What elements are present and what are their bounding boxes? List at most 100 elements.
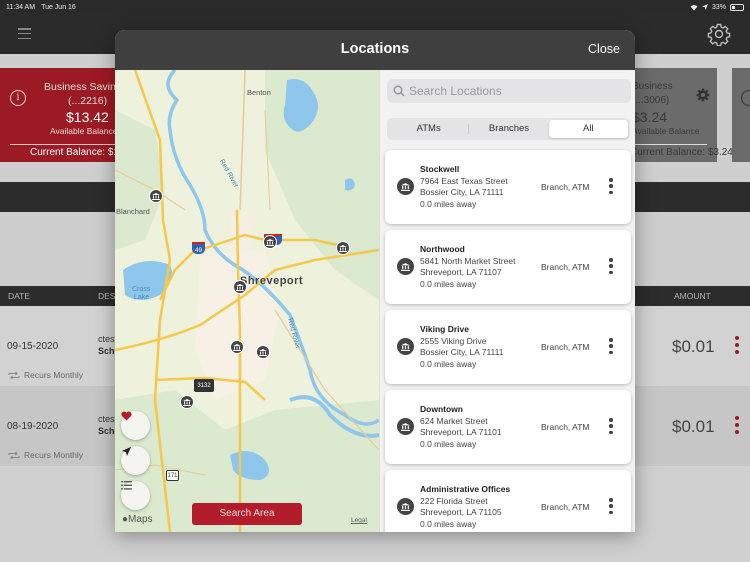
location-distance: 0.0 miles away	[420, 359, 477, 369]
info-icon[interactable]	[741, 90, 750, 106]
bank-icon	[266, 238, 274, 246]
recurrence-label: Recurs Monthly	[24, 450, 84, 460]
bank-icon	[397, 338, 414, 355]
map-pin-bank[interactable]	[230, 340, 244, 354]
location-card[interactable]: Downtown 624 Market Street Shreveport, L…	[385, 390, 631, 464]
modal-title: Locations	[340, 41, 410, 57]
location-arrow-icon	[121, 446, 132, 457]
locations-list[interactable]: Stockwell 7964 East Texas Street Bossier…	[380, 148, 635, 532]
recurrence: Recurs Monthly	[8, 370, 83, 380]
location-card[interactable]: Viking Drive 2555 Viking Drive Bossier C…	[385, 310, 631, 384]
bank-icon	[397, 178, 414, 195]
location-card[interactable]: Administrative Offices 222 Florida Stree…	[385, 470, 631, 532]
location-city: Shreveport, LA 71107	[420, 267, 502, 277]
map-label-shreveport: Shreveport	[240, 275, 304, 287]
info-icon[interactable]: i	[10, 90, 26, 106]
map-pin-bank[interactable]	[336, 241, 350, 255]
map-view[interactable]: Benton Blanchard Shreveport Cross Lake R…	[115, 70, 379, 532]
gear-icon[interactable]	[707, 22, 731, 46]
more-options-icon[interactable]	[733, 416, 741, 434]
map-pin-bank[interactable]	[233, 280, 247, 294]
filter-branches[interactable]: Branches	[469, 120, 548, 138]
transaction-amount: $0.01	[672, 417, 715, 436]
search-icon	[393, 85, 405, 97]
map-pin-bank[interactable]	[180, 395, 194, 409]
bank-icon	[233, 343, 241, 351]
modal-header: Locations Close	[115, 30, 635, 70]
map-label-benton: Benton	[247, 88, 271, 97]
bank-icon	[259, 348, 267, 356]
account-number: (...3006)	[632, 95, 670, 106]
list-icon	[121, 481, 132, 490]
status-date: Tue Jun 16	[41, 3, 76, 11]
apple-maps-logo: ●Maps	[122, 514, 153, 525]
map-label-cross-lake: Cross	[132, 286, 151, 293]
map-pin-bank[interactable]	[149, 189, 163, 203]
location-city: Bossier City, LA 71111	[420, 347, 504, 357]
location-address: 222 Florida Street	[420, 496, 488, 506]
map-pin-bank[interactable]	[256, 345, 270, 359]
filter-atms[interactable]: ATMs	[389, 120, 468, 138]
transaction-amount: $0.01	[672, 337, 715, 356]
more-options-icon[interactable]	[608, 418, 614, 434]
location-distance: 0.0 miles away	[420, 279, 477, 289]
more-options-icon[interactable]	[608, 178, 614, 194]
locations-modal: Locations Close Benton Blanchard Shrevep…	[115, 30, 635, 532]
map-label-cross-lake: Lake	[134, 294, 150, 301]
state-route-shield-icon: 3132	[194, 379, 214, 392]
column-amount[interactable]: AMOUNT	[674, 291, 711, 301]
location-type: Branch, ATM	[541, 422, 590, 432]
close-button[interactable]: Close	[588, 42, 620, 56]
card-divider	[630, 144, 707, 145]
location-filter: ATMs Branches All	[387, 118, 630, 140]
search-input[interactable]	[409, 84, 619, 98]
gear-icon[interactable]	[696, 88, 710, 102]
favorites-button[interactable]	[121, 411, 150, 440]
filter-all[interactable]: All	[548, 120, 628, 138]
more-options-icon[interactable]	[608, 338, 614, 354]
location-address: 5841 North Market Street	[420, 256, 516, 266]
locate-me-button[interactable]	[121, 446, 150, 475]
bank-icon	[397, 418, 414, 435]
transaction-date: 09-15-2020	[7, 341, 59, 352]
account-card[interactable]: Business (...3006) $3.24 Available Balan…	[630, 68, 733, 162]
map-label-blanchard: Blanchard	[116, 207, 150, 216]
bank-icon	[339, 244, 347, 252]
location-distance: 0.0 miles away	[420, 519, 477, 529]
location-card[interactable]: Stockwell 7964 East Texas Street Bossier…	[385, 150, 631, 224]
location-type: Branch, ATM	[541, 182, 590, 192]
status-time: 11:34 AM	[6, 3, 36, 11]
column-date[interactable]: DATE	[8, 291, 30, 301]
current-balance: Current Balance: $3.24	[630, 147, 733, 158]
bank-icon	[397, 258, 414, 275]
more-options-icon[interactable]	[733, 336, 741, 354]
recurrence: Recurs Monthly	[8, 450, 83, 460]
location-city: Bossier City, LA 71111	[420, 187, 504, 197]
location-type: Branch, ATM	[541, 502, 590, 512]
location-name: Downtown	[420, 404, 463, 414]
location-type: Branch, ATM	[541, 262, 590, 272]
location-address: 7964 East Texas Street	[420, 176, 508, 186]
list-view-button[interactable]	[121, 481, 150, 510]
hamburger-menu-icon[interactable]	[18, 28, 31, 39]
available-balance: $13.42	[66, 109, 109, 125]
wifi-icon	[690, 4, 698, 10]
location-card[interactable]: Northwood 5841 North Market Street Shrev…	[385, 230, 631, 304]
more-options-icon[interactable]	[608, 498, 614, 514]
locations-panel: ATMs Branches All Stockwell 7964 East Te…	[379, 70, 635, 532]
account-card[interactable]: i Business Savings (...2216) $13.42 Avai…	[0, 68, 138, 162]
location-address: 2555 Viking Drive	[420, 336, 487, 346]
location-city: Shreveport, LA 71101	[420, 427, 502, 437]
legal-link[interactable]: Legal	[351, 517, 367, 524]
battery-percent: 33%	[711, 3, 726, 11]
more-options-icon[interactable]	[608, 258, 614, 274]
map-pin-bank[interactable]	[263, 235, 277, 249]
search-field[interactable]	[387, 79, 631, 103]
available-balance: $3.24	[632, 109, 668, 125]
battery-icon	[730, 3, 744, 11]
location-name: Administrative Offices	[420, 484, 511, 494]
account-card[interactable]	[732, 68, 750, 162]
repeat-icon	[8, 451, 20, 459]
location-icon	[701, 4, 708, 10]
search-area-button[interactable]: Search Area	[192, 503, 302, 525]
